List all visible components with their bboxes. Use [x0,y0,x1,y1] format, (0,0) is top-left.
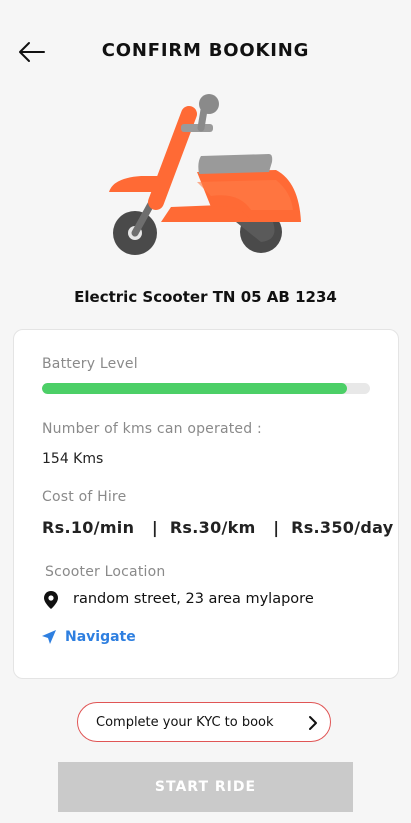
cost-separator: | [273,518,280,537]
cost-separator: | [151,518,159,537]
range-label: Number of kms can operated : [42,421,262,437]
cost-per-day: Rs.350/day [291,518,394,537]
chevron-right-icon [309,716,317,730]
header: CONFIRM BOOKING [0,0,411,100]
cost-per-min: Rs.10/min [42,518,135,537]
navigate-link[interactable]: Navigate [42,627,136,647]
cost-row: Rs.10/min | Rs.30/km | Rs.350/day [42,518,393,537]
scooter-illustration [101,92,311,262]
navigation-arrow-icon [42,630,56,644]
scooter-address: random street, 23 area mylapore [73,591,314,607]
start-ride-button[interactable]: START RIDE [58,762,353,812]
start-ride-label: START RIDE [154,779,257,795]
kyc-label: Complete your KYC to book [96,715,274,730]
navigate-label: Navigate [65,629,136,645]
map-pin-icon [44,591,58,609]
cost-per-km: Rs.30/km [169,518,256,537]
booking-details-card: Battery Level Number of kms can operated… [13,329,399,679]
battery-bar [42,383,370,394]
complete-kyc-button[interactable]: Complete your KYC to book [77,702,331,742]
battery-fill [42,383,348,394]
location-label: Scooter Location [45,564,166,580]
cost-label: Cost of Hire [42,489,127,505]
range-value: 154 Kms [42,451,104,467]
vehicle-name: Electric Scooter TN 05 AB 1234 [74,288,337,306]
page-title: CONFIRM BOOKING [101,40,310,61]
battery-label: Battery Level [42,356,138,372]
